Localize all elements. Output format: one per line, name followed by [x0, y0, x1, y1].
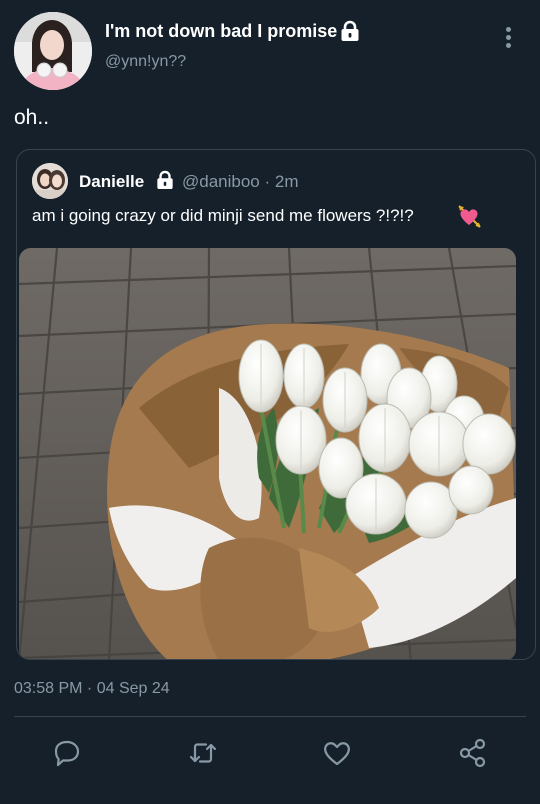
quoted-photo[interactable] [19, 248, 516, 659]
quoted-meta: @daniboo · 2m [182, 172, 299, 192]
author-handle[interactable]: @ynn!yn?? [105, 53, 186, 71]
quoted-tweet-card[interactable]: Danielle @daniboo · 2m am i going crazy … [16, 149, 536, 660]
share-icon[interactable] [456, 736, 490, 770]
quoted-author-avatar[interactable] [32, 163, 68, 199]
tweet-header: I'm not down bad I promise @ynn!yn?? [0, 0, 540, 100]
heart-icon[interactable] [320, 736, 354, 770]
meta-separator: · [264, 172, 275, 191]
quoted-display-name[interactable]: Danielle [79, 172, 144, 192]
retweet-icon[interactable] [186, 736, 220, 770]
heart-with-arrow-icon [456, 203, 482, 229]
author-avatar[interactable] [14, 12, 92, 90]
lock-icon [156, 170, 174, 190]
divider [14, 716, 526, 717]
quoted-handle[interactable]: @daniboo [182, 172, 260, 191]
tweet-text: oh.. [14, 106, 50, 129]
quoted-text: am i going crazy or did minji send me fl… [32, 206, 414, 225]
author-display-name[interactable]: I'm not down bad I promise [105, 21, 337, 42]
quoted-time[interactable]: 2m [275, 172, 299, 191]
tweet-timestamp[interactable]: 03:58 PM · 04 Sep 24 [14, 680, 170, 698]
lock-icon [340, 20, 360, 42]
reply-bubble-icon[interactable] [50, 736, 84, 770]
vertical-ellipsis-icon[interactable] [494, 22, 522, 54]
